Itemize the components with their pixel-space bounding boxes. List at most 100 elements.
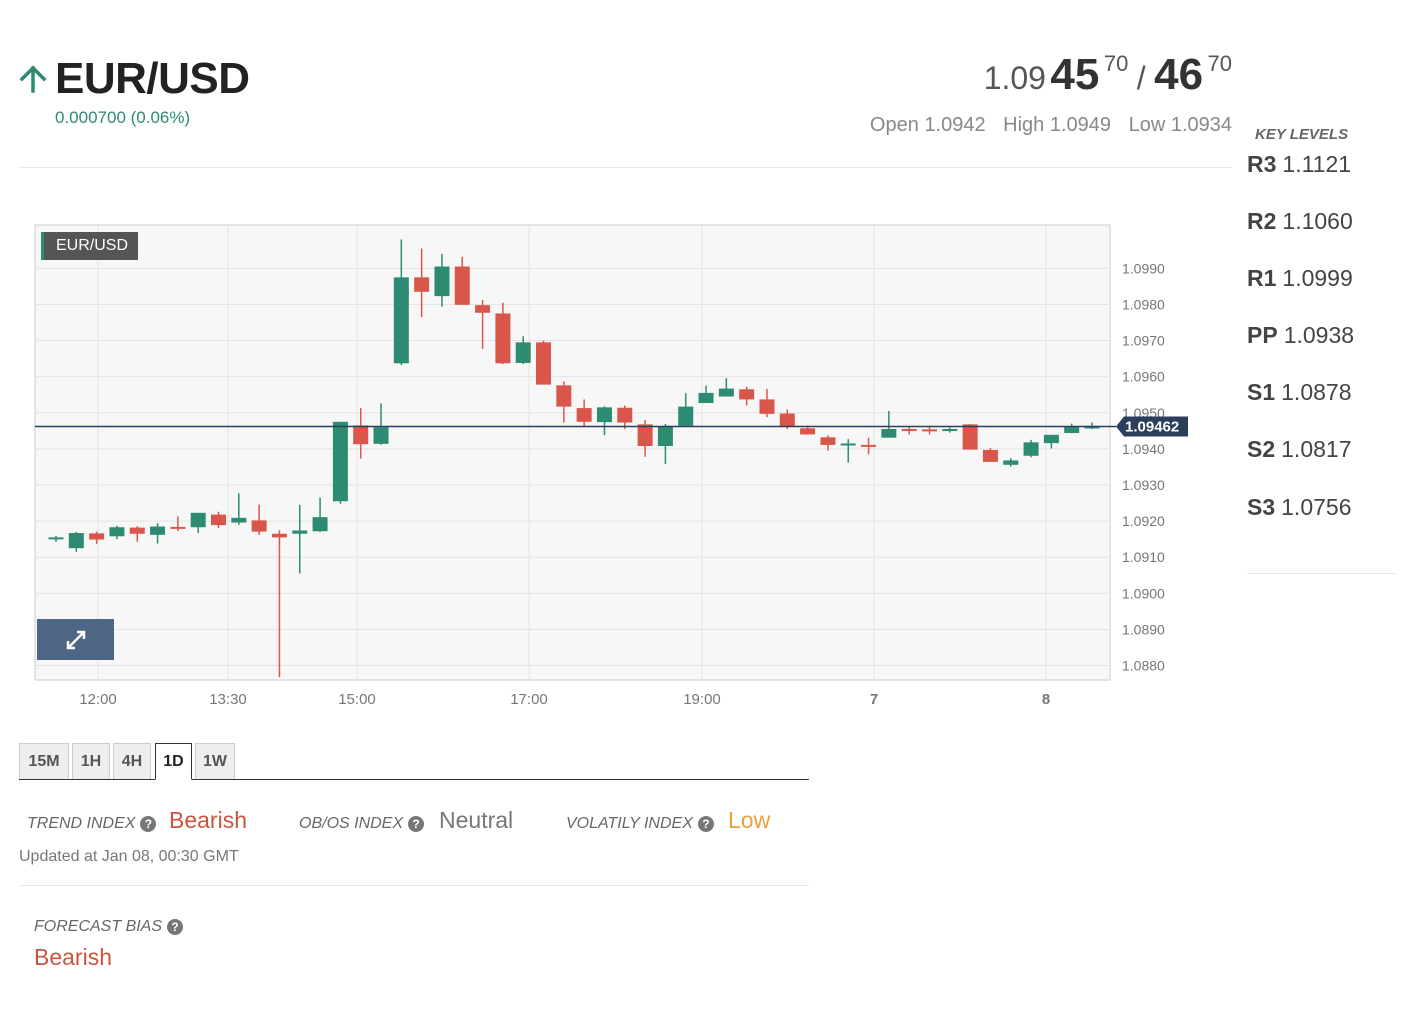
y-tick-label: 1.0920 [1122,513,1165,529]
forecast-bias-value: Bearish [34,944,112,970]
candle-body [1023,442,1039,456]
key-level-name: S3 [1247,494,1276,520]
candle-body [353,425,369,445]
candle-body [820,437,836,445]
candle-body [414,277,430,292]
key-level-name: R3 [1247,151,1277,177]
candle-body [170,526,186,529]
chart-legend: EUR/USD [41,232,139,260]
plot-area [34,224,1111,681]
arrow-up-icon [19,65,47,93]
ask-pip: 70 [1207,51,1232,76]
candle-body [698,392,714,404]
y-tick-label: 1.0980 [1122,296,1165,312]
question-circle-icon[interactable]: ? [167,919,184,935]
candle-body [312,517,328,532]
key-level-r3: R3 1.1121 [1247,151,1351,178]
candle-body [942,429,958,432]
key-level-name: S2 [1247,436,1276,462]
tab-1h[interactable]: 1H [72,743,110,779]
candle-body [982,449,998,462]
x-tick-label: 13:30 [209,691,247,708]
obos-index-text: OB/OS INDEX [299,815,404,832]
quote-header: EUR/USD 0.000700 (0.06%) 1.09 45 70 / 46… [18,50,1232,168]
key-level-s1: S1 1.0878 [1247,379,1352,406]
candle-body [556,385,572,407]
candle-body [962,424,978,450]
key-level-s2: S2 1.0817 [1247,436,1352,463]
candle-body [68,533,84,549]
candle-body [759,399,775,414]
candle-body [373,427,389,444]
candle-body [332,421,348,502]
pair-title: EUR/USD [55,54,250,103]
tab-1w[interactable]: 1W [195,743,235,779]
candle-body [48,537,64,540]
candlestick-chart-svg[interactable]: 1.09901.09801.09701.09601.09501.09401.09… [34,224,1194,714]
y-tick-label: 1.0910 [1122,549,1165,565]
forecast-bias-label: FORECAST BIAS? [34,918,184,936]
candle-body [718,388,734,397]
candle-body [596,407,612,423]
expand-chart-button[interactable] [37,619,114,660]
bid-ask-quote: 1.09 45 70 / 46 70 [984,50,1232,100]
candle-body [231,517,247,523]
key-level-name: R2 [1247,208,1277,234]
key-level-r2: R2 1.1060 [1247,208,1353,235]
candle-body [779,413,795,427]
candle-body [129,527,145,534]
candle-body [840,443,856,446]
volatility-index-text: VOLATILY INDEX [566,815,693,832]
forecast-bias-text: FORECAST BIAS [34,918,163,935]
key-level-name: PP [1247,322,1278,348]
candle-body [515,342,531,363]
obos-index-value: Neutral [439,807,514,833]
trend-index-text: TREND INDEX [27,815,136,832]
tab-15m[interactable]: 15M [19,743,69,779]
volatility-index-label: VOLATILY INDEX? [566,815,714,833]
key-level-value: 1.0817 [1281,436,1352,462]
key-levels-title: KEY LEVELS [1255,126,1349,143]
candle-body [495,313,511,364]
candle-body [739,389,755,400]
price-chart[interactable]: 1.0990 1.0980 1.0970 1.0960 1.0950 1.0940 1.09… [34,224,1194,714]
x-tick-label: 15:00 [338,691,376,708]
candle-body [434,266,450,297]
ask-big-figure: 46 [1154,50,1204,99]
x-tick-label: 7 [870,691,878,708]
open-high-low: Open 1.0942 High 1.0949 Low 1.0934 [858,114,1232,137]
question-circle-icon[interactable]: ? [697,816,714,832]
obos-index-label: OB/OS INDEX? [299,815,425,833]
key-level-name: R1 [1247,265,1277,291]
tab-1d[interactable]: 1D [155,743,192,780]
key-level-r1: R1 1.0999 [1247,265,1353,292]
candle-body [393,277,409,364]
candle-body [576,408,592,422]
candle-body [536,342,552,385]
trend-index-value: Bearish [169,807,247,833]
x-tick-label: 8 [1042,691,1050,708]
candle-body [617,407,633,423]
question-circle-icon[interactable]: ? [140,816,157,832]
y-tick-label: 1.0990 [1122,260,1165,276]
candle-body [800,428,816,435]
key-level-value: 1.0938 [1283,322,1355,348]
candle-body [251,520,267,532]
tab-4h[interactable]: 4H [113,743,151,779]
key-levels-panel: KEY LEVELS R3 1.1121 R2 1.1060 R1 1.0999 PP… [1247,122,1397,574]
low-value: Low 1.0934 [1128,114,1232,136]
candle-body [89,533,105,540]
candle-body [211,514,227,526]
question-circle-icon[interactable]: ? [408,816,425,832]
quote-separator: / [1136,60,1146,96]
bid-pip: 70 [1103,51,1129,76]
y-tick-label: 1.0900 [1122,585,1165,601]
y-tick-label: 1.0960 [1122,369,1165,385]
y-tick-label: 1.0940 [1122,441,1165,457]
x-tick-label: 12:00 [79,691,117,708]
y-tick-label: 1.0930 [1122,477,1165,493]
key-level-value: 1.0756 [1281,494,1352,520]
key-level-pp: PP 1.0938 [1247,322,1354,349]
candle-body [475,305,491,313]
trend-index-label: TREND INDEX? [27,815,157,833]
